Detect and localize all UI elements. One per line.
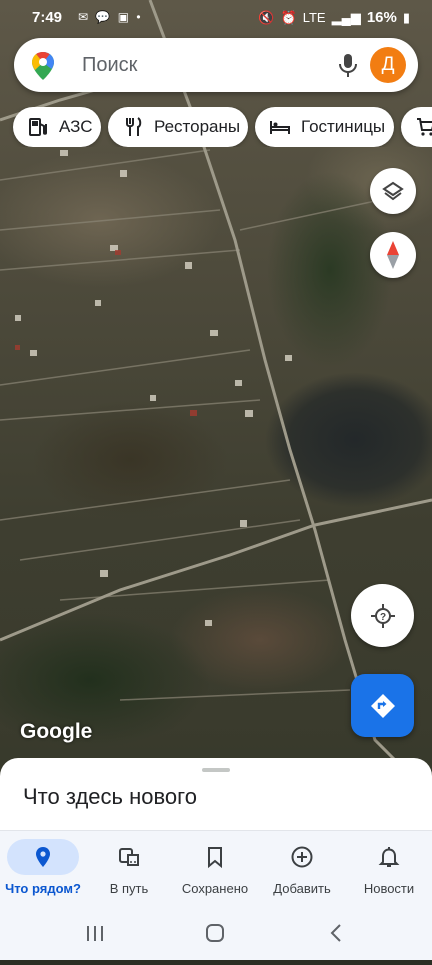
message-icon: ▣ — [117, 10, 132, 24]
maps-pin-logo-icon — [32, 52, 54, 80]
nav-explore[interactable]: Что рядом? — [0, 831, 86, 911]
nav-contribute[interactable]: Добавить — [258, 831, 346, 911]
chip-label: Гостиницы — [301, 117, 386, 136]
chip-label: АЗС — [59, 117, 93, 136]
compass-button[interactable] — [370, 232, 416, 278]
shopping-cart-icon — [417, 118, 432, 136]
compass-icon — [387, 241, 399, 269]
recent-apps-icon[interactable] — [87, 926, 103, 941]
nav-saved[interactable]: Сохранено — [172, 831, 258, 911]
location-pin-icon — [36, 847, 50, 867]
bookmark-icon — [208, 847, 222, 869]
dot-icon: • — [136, 10, 143, 24]
commute-icon — [119, 848, 139, 866]
alarm-icon: ⏰ — [280, 9, 297, 25]
chip-hotels[interactable]: Гостиницы — [255, 107, 394, 147]
network-type: LTE — [302, 10, 326, 25]
notification-icons: ✉ 💬 ▣ • — [78, 10, 143, 24]
google-attribution: Google — [20, 720, 93, 743]
bottom-navigation: Что рядом? В путь Сохранено Добавить Нов… — [0, 830, 432, 911]
status-bar: 7:49 ✉ 💬 ▣ • 🔇 ⏰ LTE ▂▄▆ 16% ▮ — [0, 0, 432, 34]
layers-button[interactable] — [370, 168, 416, 214]
restaurant-icon — [126, 117, 142, 136]
chip-shopping[interactable] — [401, 107, 432, 147]
nav-label: Добавить — [273, 881, 331, 896]
avatar-letter: Д — [381, 54, 395, 75]
location-target-icon: ? — [370, 603, 395, 628]
directions-button[interactable] — [351, 674, 414, 737]
back-icon[interactable] — [330, 924, 341, 942]
sms-icon: ✉ — [78, 10, 91, 24]
chat-icon: 💬 — [95, 10, 113, 24]
nav-label: Сохранено — [181, 881, 249, 896]
bottom-sheet[interactable]: Что здесь нового — [0, 758, 432, 830]
nav-updates[interactable]: Новости — [346, 831, 432, 911]
my-location-button[interactable]: ? — [351, 584, 414, 647]
nav-label: Что рядом? — [5, 881, 81, 896]
nav-label: В путь — [109, 881, 149, 896]
layers-icon — [382, 181, 404, 201]
chip-restaurants[interactable]: Рестораны — [108, 107, 248, 147]
directions-icon — [370, 693, 395, 718]
chip-gas-station[interactable]: АЗС — [13, 107, 101, 147]
category-chips: АЗС Рестораны Гостиницы — [0, 107, 432, 147]
svg-text:?: ? — [379, 612, 385, 623]
sheet-drag-handle[interactable] — [202, 768, 230, 772]
search-input[interactable]: Поиск — [82, 54, 137, 77]
status-time: 7:49 — [32, 9, 63, 26]
nav-commute[interactable]: В путь — [86, 831, 172, 911]
nav-label: Новости — [363, 881, 415, 896]
system-nav-buttons — [87, 924, 341, 942]
mute-icon: 🔇 — [258, 9, 275, 25]
battery-level: 16% — [366, 9, 397, 26]
hotel-icon — [270, 121, 290, 134]
system-navigation-bar — [0, 910, 432, 960]
microphone-icon[interactable] — [336, 52, 360, 78]
sheet-title: Что здесь нового — [23, 784, 197, 809]
add-circle-icon — [291, 846, 313, 868]
home-icon[interactable] — [206, 924, 224, 942]
signal-icon: ▂▄▆ — [331, 9, 361, 25]
battery-icon: ▮ — [402, 9, 410, 25]
gas-station-icon — [29, 118, 47, 136]
account-avatar[interactable]: Д — [370, 47, 406, 83]
search-bar[interactable]: Поиск Д — [14, 38, 418, 92]
bell-icon — [378, 847, 400, 867]
chip-label: Рестораны — [154, 117, 241, 136]
